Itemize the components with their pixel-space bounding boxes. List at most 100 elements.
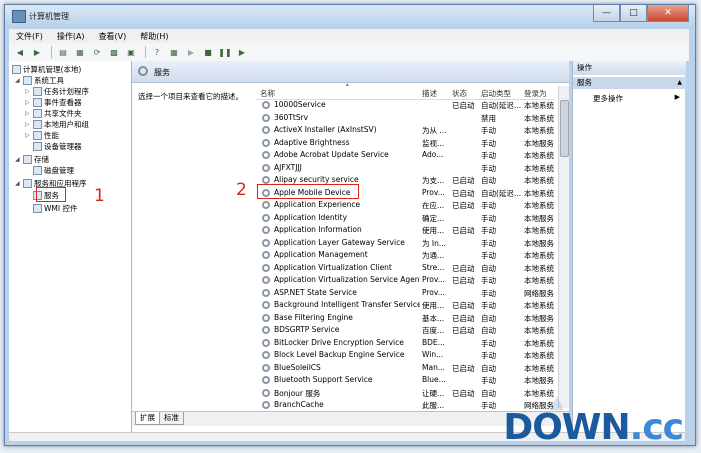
service-startup: 禁用 bbox=[481, 113, 496, 123]
service-gear-icon bbox=[262, 376, 270, 384]
service-row[interactable]: Application Information 使用... 已启动 手动 本地系统 bbox=[256, 224, 554, 237]
service-logon: 本地系统 bbox=[524, 188, 554, 198]
column-status[interactable]: 状态 bbox=[452, 88, 467, 99]
menu-action[interactable]: 操作(A) bbox=[50, 31, 92, 42]
menu-view[interactable]: 查看(V) bbox=[92, 31, 134, 42]
title-bar[interactable]: 计算机管理 — □ ✕ bbox=[5, 5, 695, 27]
tree-item-disk-management[interactable]: 磁盘管理 bbox=[33, 164, 74, 176]
restart-service-icon[interactable]: ▶ bbox=[235, 46, 249, 59]
vertical-scrollbar[interactable] bbox=[558, 86, 569, 408]
service-startup: 自动 bbox=[481, 263, 496, 273]
service-row[interactable]: Application Experience 在应... 已启动 手动 本地系统 bbox=[256, 199, 554, 212]
service-row[interactable]: AJFXTJJJ 手动 本地系统 bbox=[256, 162, 554, 175]
column-description[interactable]: 描述 bbox=[422, 88, 437, 99]
scroll-thumb[interactable] bbox=[560, 100, 569, 157]
service-gear-icon bbox=[262, 226, 270, 234]
services-header: 服务 bbox=[132, 61, 569, 83]
service-desc: 基本... bbox=[422, 313, 445, 323]
service-row[interactable]: Bluetooth Support Service Blue... 手动 本地服务 bbox=[256, 374, 554, 387]
menu-help[interactable]: 帮助(H) bbox=[133, 31, 175, 42]
column-name[interactable]: 名称 bbox=[260, 88, 275, 99]
forward-icon[interactable]: ▶ bbox=[30, 46, 44, 59]
start-service-icon[interactable]: ▶ bbox=[184, 46, 198, 59]
service-row[interactable]: 10000Service 已启动 自动(延迟... 本地系统 bbox=[256, 99, 554, 112]
service-name: Block Level Backup Engine Service bbox=[274, 350, 405, 359]
service-logon: 本地服务 bbox=[524, 238, 554, 248]
view-icon[interactable]: ▦ bbox=[167, 46, 181, 59]
service-row[interactable]: Block Level Backup Engine Service Win... 手… bbox=[256, 349, 554, 362]
service-startup: 自动 bbox=[481, 313, 496, 323]
service-desc: BDE... bbox=[422, 337, 445, 347]
properties-icon[interactable]: ▣ bbox=[124, 46, 138, 59]
service-row[interactable]: Adobe Acrobat Update Service Ado... 手动 本地系统 bbox=[256, 149, 554, 162]
service-row[interactable]: Application Identity 确定... 手动 本地服务 bbox=[256, 212, 554, 225]
stop-service-icon[interactable]: ■ bbox=[201, 46, 215, 59]
column-header-row: 名称 描述 状态 启动类型 登录为 bbox=[256, 86, 554, 100]
service-row[interactable]: BDSGRTP Service 百度... 已启动 自动 本地系统 bbox=[256, 324, 554, 337]
users-icon bbox=[33, 119, 42, 129]
gear-icon bbox=[138, 66, 148, 76]
menu-bar: 文件(F) 操作(A) 查看(V) 帮助(H) bbox=[9, 29, 689, 44]
service-gear-icon bbox=[262, 176, 270, 184]
service-name: BlueSoleilCS bbox=[274, 362, 321, 372]
close-button[interactable]: ✕ bbox=[647, 5, 689, 22]
service-desc: 为通... bbox=[422, 251, 445, 260]
tree-item-device-manager[interactable]: 设备管理器 bbox=[33, 140, 82, 152]
service-row[interactable]: ActiveX Installer (AxInstSV) 为从 ... 手动 本地系统 bbox=[256, 124, 554, 137]
service-row[interactable]: 360TtSrv 禁用 本地系统 bbox=[256, 112, 554, 125]
service-name: Adaptive Brightness bbox=[274, 137, 350, 147]
service-row[interactable]: Application Layer Gateway Service 为 In...… bbox=[256, 237, 554, 250]
service-status: 已启动 bbox=[452, 101, 475, 110]
service-name: Application Identity bbox=[274, 212, 348, 222]
pause-service-icon[interactable]: ❚❚ bbox=[218, 46, 232, 59]
tree-item-wmi-control[interactable]: WMI 控件 bbox=[33, 202, 77, 214]
service-row[interactable]: Adaptive Brightness 监视... 手动 本地服务 bbox=[256, 137, 554, 150]
more-actions-link[interactable]: 更多操作 bbox=[593, 93, 623, 104]
show-tree-icon[interactable]: ▦ bbox=[73, 46, 87, 59]
menu-file[interactable]: 文件(F) bbox=[9, 31, 50, 42]
service-name: Background Intelligent Transfer Service bbox=[274, 300, 420, 309]
up-folder-icon[interactable]: ▤ bbox=[56, 46, 70, 59]
service-row[interactable]: Application Virtualization Client Stre...… bbox=[256, 262, 554, 275]
service-desc: 在应... bbox=[422, 201, 445, 210]
service-gear-icon bbox=[262, 151, 270, 159]
service-name: 360TtSrv bbox=[274, 112, 309, 122]
service-logon: 本地系统 bbox=[524, 363, 554, 373]
service-row[interactable]: BlueSoleilCS Man... 已启动 自动 本地系统 bbox=[256, 362, 554, 375]
service-logon: 本地服务 bbox=[524, 138, 554, 148]
service-logon: 网络服务 bbox=[524, 288, 554, 298]
tab-standard[interactable]: 标准 bbox=[159, 412, 184, 425]
service-row[interactable]: Bonjour 服务 让硬... 已启动 自动 本地系统 bbox=[256, 387, 554, 400]
service-startup: 手动 bbox=[481, 288, 496, 298]
service-desc: 使用... bbox=[422, 301, 445, 310]
service-logon: 本地系统 bbox=[524, 338, 554, 348]
window-title: 计算机管理 bbox=[29, 12, 69, 21]
service-row[interactable]: Application Management 为通... 手动 本地系统 bbox=[256, 249, 554, 262]
collapse-caret-icon[interactable]: ▲ bbox=[677, 77, 682, 89]
service-logon: 本地系统 bbox=[524, 201, 554, 210]
service-row[interactable]: Background Intelligent Transfer Service 使… bbox=[256, 299, 554, 312]
device-manager-icon bbox=[33, 141, 42, 151]
maximize-button[interactable]: □ bbox=[620, 5, 647, 22]
column-logon-as[interactable]: 登录为 bbox=[524, 88, 547, 99]
service-startup: 手动 bbox=[481, 226, 496, 235]
service-desc: 使用... bbox=[422, 226, 445, 235]
actions-services-group[interactable]: 服务 ▲ bbox=[573, 77, 686, 89]
service-row[interactable]: Application Virtualization Service Agent… bbox=[256, 274, 554, 287]
export-icon[interactable]: ▩ bbox=[107, 46, 121, 59]
help-icon[interactable]: ? bbox=[150, 46, 164, 59]
tab-extended[interactable]: 扩展 bbox=[135, 412, 160, 425]
service-row[interactable]: Base Filtering Engine 基本... 已启动 自动 本地服务 bbox=[256, 312, 554, 325]
back-icon[interactable]: ◀ bbox=[13, 46, 27, 59]
storage-icon bbox=[23, 154, 32, 164]
service-desc: Prov... bbox=[422, 275, 445, 284]
services-panel: 服务 选择一个项目来查看它的描述。 ▲ 名称 描述 状态 启动类型 登录为 10… bbox=[132, 61, 569, 435]
service-name: Adobe Acrobat Update Service bbox=[274, 150, 389, 159]
service-row[interactable]: BitLocker Drive Encryption Service BDE...… bbox=[256, 337, 554, 350]
minimize-button[interactable]: — bbox=[593, 5, 620, 22]
service-row[interactable]: ASP.NET State Service Prov... 手动 网络服务 bbox=[256, 287, 554, 300]
service-startup: 手动 bbox=[481, 301, 496, 310]
service-gear-icon bbox=[262, 113, 270, 122]
refresh-icon[interactable]: ⟳ bbox=[90, 46, 104, 59]
column-startup-type[interactable]: 启动类型 bbox=[481, 88, 511, 99]
